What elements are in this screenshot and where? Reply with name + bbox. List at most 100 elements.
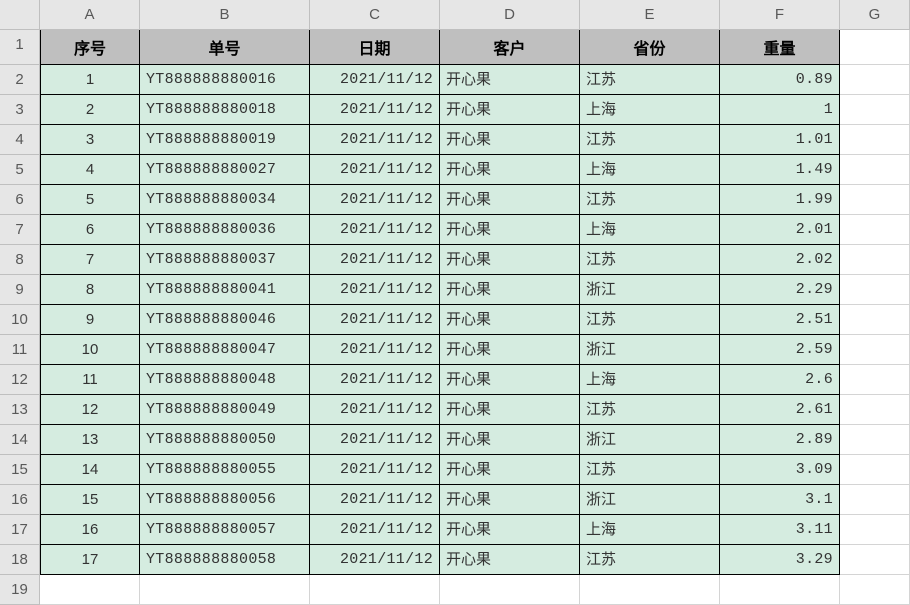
cell-seq[interactable]: 12 <box>40 395 140 425</box>
cell-blank[interactable] <box>840 125 910 155</box>
cell-date[interactable]: 2021/11/12 <box>310 185 440 215</box>
row-header[interactable]: 10 <box>0 305 40 335</box>
table-header-cell[interactable]: 客户 <box>440 30 580 65</box>
row-header[interactable]: 9 <box>0 275 40 305</box>
cell-seq[interactable]: 17 <box>40 545 140 575</box>
cell-date[interactable]: 2021/11/12 <box>310 425 440 455</box>
cell-blank[interactable] <box>840 65 910 95</box>
cell-seq[interactable]: 11 <box>40 365 140 395</box>
cell-blank[interactable] <box>840 185 910 215</box>
cell-blank[interactable] <box>840 455 910 485</box>
cell-province[interactable]: 江苏 <box>580 125 720 155</box>
row-header[interactable]: 5 <box>0 155 40 185</box>
cell-seq[interactable]: 15 <box>40 485 140 515</box>
cell-customer[interactable]: 开心果 <box>440 395 580 425</box>
cell-blank[interactable] <box>840 155 910 185</box>
cell-date[interactable]: 2021/11/12 <box>310 65 440 95</box>
cell-order[interactable]: YT888888880027 <box>140 155 310 185</box>
cell-province[interactable]: 浙江 <box>580 425 720 455</box>
row-header[interactable]: 6 <box>0 185 40 215</box>
cell-customer[interactable]: 开心果 <box>440 545 580 575</box>
cell-weight[interactable]: 3.09 <box>720 455 840 485</box>
cell-province[interactable]: 江苏 <box>580 305 720 335</box>
cell-seq[interactable]: 8 <box>40 275 140 305</box>
cell-weight[interactable]: 2.51 <box>720 305 840 335</box>
cell-order[interactable]: YT888888880046 <box>140 305 310 335</box>
cell-customer[interactable]: 开心果 <box>440 485 580 515</box>
row-header[interactable]: 3 <box>0 95 40 125</box>
cell-blank[interactable] <box>840 425 910 455</box>
cell-date[interactable]: 2021/11/12 <box>310 95 440 125</box>
cell-seq[interactable]: 6 <box>40 215 140 245</box>
cell-customer[interactable]: 开心果 <box>440 275 580 305</box>
cell-weight[interactable]: 2.6 <box>720 365 840 395</box>
cell-province[interactable]: 上海 <box>580 365 720 395</box>
cell-date[interactable]: 2021/11/12 <box>310 485 440 515</box>
cell-customer[interactable]: 开心果 <box>440 425 580 455</box>
cell-province[interactable]: 江苏 <box>580 185 720 215</box>
row-header[interactable]: 13 <box>0 395 40 425</box>
cell-customer[interactable]: 开心果 <box>440 305 580 335</box>
cell-weight[interactable]: 3.29 <box>720 545 840 575</box>
cell-order[interactable]: YT888888880041 <box>140 275 310 305</box>
table-header-cell[interactable]: 单号 <box>140 30 310 65</box>
row-header[interactable]: 18 <box>0 545 40 575</box>
cell-province[interactable]: 上海 <box>580 215 720 245</box>
cell-date[interactable]: 2021/11/12 <box>310 305 440 335</box>
cell-seq[interactable]: 4 <box>40 155 140 185</box>
cell-date[interactable]: 2021/11/12 <box>310 275 440 305</box>
cell-seq[interactable]: 3 <box>40 125 140 155</box>
cell-weight[interactable]: 3.11 <box>720 515 840 545</box>
cell-order[interactable]: YT888888880018 <box>140 95 310 125</box>
cell-province[interactable]: 浙江 <box>580 485 720 515</box>
cell-date[interactable]: 2021/11/12 <box>310 395 440 425</box>
cell-date[interactable]: 2021/11/12 <box>310 455 440 485</box>
cell-seq[interactable]: 5 <box>40 185 140 215</box>
cell-weight[interactable]: 1.49 <box>720 155 840 185</box>
cell-customer[interactable]: 开心果 <box>440 515 580 545</box>
cell-customer[interactable]: 开心果 <box>440 455 580 485</box>
cell-blank[interactable] <box>840 545 910 575</box>
cell-order[interactable]: YT888888880019 <box>140 125 310 155</box>
cell-order[interactable]: YT888888880036 <box>140 215 310 245</box>
row-header[interactable]: 17 <box>0 515 40 545</box>
cell-order[interactable]: YT888888880048 <box>140 365 310 395</box>
cell-order[interactable]: YT888888880058 <box>140 545 310 575</box>
cell-date[interactable]: 2021/11/12 <box>310 245 440 275</box>
cell-customer[interactable]: 开心果 <box>440 335 580 365</box>
cell-weight[interactable]: 2.89 <box>720 425 840 455</box>
cell-date[interactable]: 2021/11/12 <box>310 365 440 395</box>
cell-customer[interactable]: 开心果 <box>440 155 580 185</box>
cell-G1[interactable] <box>840 30 910 65</box>
cell-weight[interactable]: 2.29 <box>720 275 840 305</box>
cell-seq[interactable]: 9 <box>40 305 140 335</box>
cell-blank[interactable] <box>720 575 840 605</box>
cell-order[interactable]: YT888888880037 <box>140 245 310 275</box>
cell-province[interactable]: 上海 <box>580 515 720 545</box>
cell-blank[interactable] <box>140 575 310 605</box>
row-header-19[interactable]: 19 <box>0 575 40 605</box>
corner-select-all[interactable] <box>0 0 40 30</box>
row-header[interactable]: 15 <box>0 455 40 485</box>
cell-province[interactable]: 江苏 <box>580 245 720 275</box>
cell-order[interactable]: YT888888880057 <box>140 515 310 545</box>
cell-blank[interactable] <box>840 275 910 305</box>
cell-blank[interactable] <box>840 485 910 515</box>
cell-seq[interactable]: 13 <box>40 425 140 455</box>
cell-customer[interactable]: 开心果 <box>440 125 580 155</box>
cell-weight[interactable]: 3.1 <box>720 485 840 515</box>
cell-customer[interactable]: 开心果 <box>440 95 580 125</box>
row-header[interactable]: 16 <box>0 485 40 515</box>
cell-order[interactable]: YT888888880034 <box>140 185 310 215</box>
cell-weight[interactable]: 2.59 <box>720 335 840 365</box>
cell-province[interactable]: 江苏 <box>580 545 720 575</box>
column-header-E[interactable]: E <box>580 0 720 30</box>
cell-date[interactable]: 2021/11/12 <box>310 215 440 245</box>
cell-weight[interactable]: 2.01 <box>720 215 840 245</box>
cell-date[interactable]: 2021/11/12 <box>310 125 440 155</box>
cell-customer[interactable]: 开心果 <box>440 185 580 215</box>
column-header-G[interactable]: G <box>840 0 910 30</box>
cell-seq[interactable]: 16 <box>40 515 140 545</box>
cell-province[interactable]: 浙江 <box>580 275 720 305</box>
cell-blank[interactable] <box>40 575 140 605</box>
